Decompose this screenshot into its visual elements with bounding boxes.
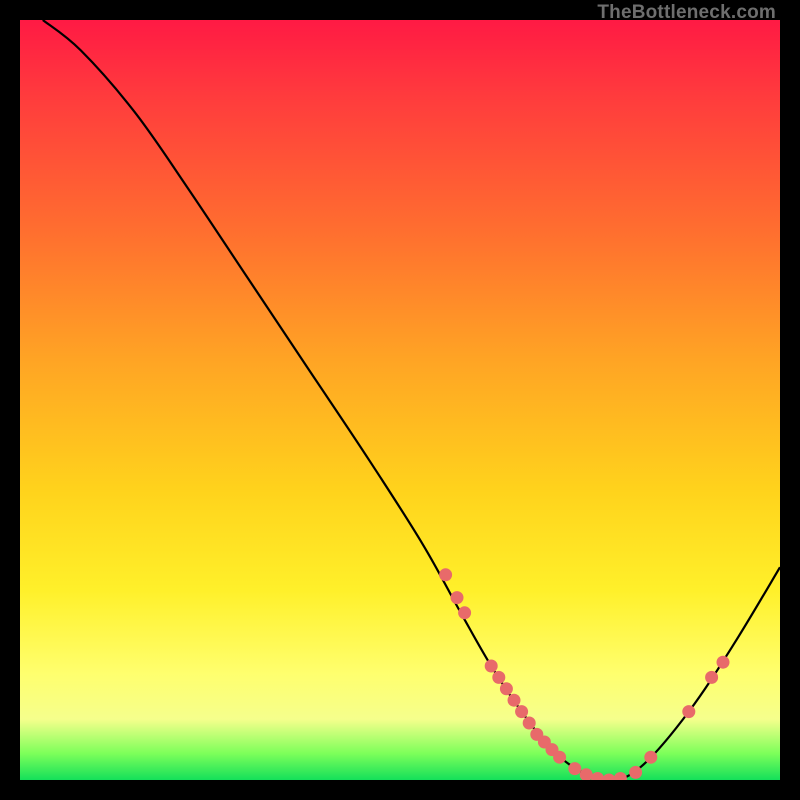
curve-marker bbox=[580, 768, 593, 780]
curve-marker bbox=[485, 660, 498, 673]
curve-marker bbox=[523, 717, 536, 730]
curve-marker bbox=[644, 751, 657, 764]
curve-marker bbox=[439, 568, 452, 581]
curve-marker bbox=[614, 772, 627, 780]
chart-stage: TheBottleneck.com bbox=[0, 0, 800, 800]
curve-marker bbox=[629, 766, 642, 779]
curve-marker bbox=[568, 762, 581, 775]
curve-marker bbox=[603, 774, 616, 781]
curve-marker bbox=[591, 772, 604, 780]
curve-marker bbox=[500, 682, 513, 695]
curve-marker bbox=[451, 591, 464, 604]
curve-marker bbox=[515, 705, 528, 718]
curve-marker bbox=[705, 671, 718, 684]
curve-marker bbox=[717, 656, 730, 669]
curve-marker bbox=[458, 606, 471, 619]
curve-layer bbox=[20, 20, 780, 780]
curve-marker bbox=[682, 705, 695, 718]
curve-marker bbox=[508, 694, 521, 707]
curve-marker bbox=[492, 671, 505, 684]
curve-marker bbox=[553, 751, 566, 764]
curve-markers bbox=[439, 568, 729, 780]
bottleneck-curve-path bbox=[43, 20, 780, 780]
